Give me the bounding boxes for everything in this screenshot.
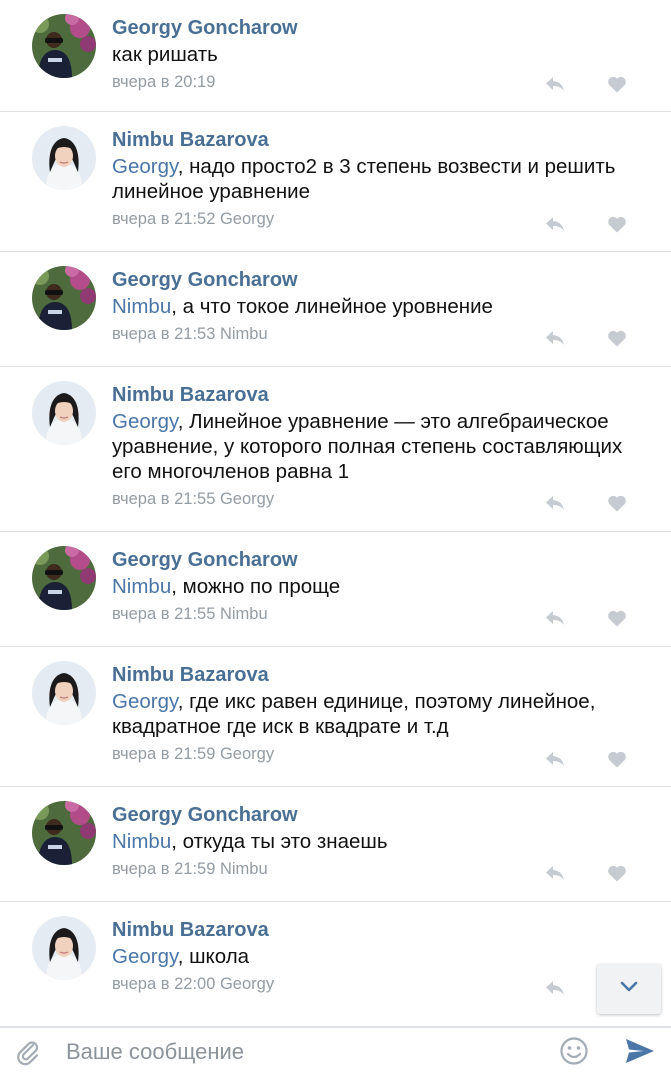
mention-link[interactable]: Georgy xyxy=(112,945,178,968)
mention-link[interactable]: Georgy xyxy=(112,410,178,433)
comment: Nimbu Bazarova Georgy, Линейное уравнени… xyxy=(0,367,671,532)
avatar[interactable] xyxy=(32,266,96,330)
heart-icon[interactable] xyxy=(605,606,629,630)
comment-author[interactable]: Georgy Goncharow xyxy=(112,14,651,42)
heart-icon[interactable] xyxy=(605,72,629,96)
mention-link[interactable]: Georgy xyxy=(112,155,178,178)
comment-text: Nimbu, откуда ты это знаешь xyxy=(112,830,388,853)
heart-icon[interactable] xyxy=(605,326,629,350)
message-composer xyxy=(0,1027,671,1075)
avatar[interactable] xyxy=(32,801,96,865)
mention-link[interactable]: Nimbu xyxy=(112,575,171,598)
mention-link[interactable]: Nimbu xyxy=(112,830,171,853)
reply-icon[interactable] xyxy=(543,212,567,236)
scroll-down-button[interactable] xyxy=(597,964,661,1014)
comment: Georgy Goncharow как ришать вчера в 20:1… xyxy=(0,0,671,112)
comment-text: Georgy, школа xyxy=(112,945,250,968)
avatar[interactable] xyxy=(32,381,96,445)
reply-icon[interactable] xyxy=(543,72,567,96)
avatar[interactable] xyxy=(32,546,96,610)
mention-link[interactable]: Georgy xyxy=(112,690,178,713)
comment-author[interactable]: Georgy Goncharow xyxy=(112,801,651,829)
comment-author[interactable]: Georgy Goncharow xyxy=(112,546,651,574)
message-input[interactable] xyxy=(66,1038,526,1066)
heart-icon[interactable] xyxy=(605,491,629,515)
comment: Nimbu Bazarova Georgy, где икс равен еди… xyxy=(0,647,671,787)
comment-text: Nimbu, можно по проще xyxy=(112,575,341,598)
comment-text: как ришать xyxy=(112,43,218,66)
reply-icon[interactable] xyxy=(543,491,567,515)
comment: Georgy Goncharow Nimbu, а что токое лине… xyxy=(0,252,671,367)
reply-icon[interactable] xyxy=(543,326,567,350)
mention-link[interactable]: Nimbu xyxy=(112,295,171,318)
reply-icon[interactable] xyxy=(543,976,567,1000)
comment-text: Georgy, где икс равен единице, поэтому л… xyxy=(112,690,596,738)
avatar[interactable] xyxy=(32,126,96,190)
reply-icon[interactable] xyxy=(543,747,567,771)
reply-icon[interactable] xyxy=(543,861,567,885)
comment-author[interactable]: Nimbu Bazarova xyxy=(112,661,651,689)
comment: Nimbu Bazarova Georgy, школа вчера в 22:… xyxy=(0,902,671,1027)
heart-icon[interactable] xyxy=(605,212,629,236)
heart-icon[interactable] xyxy=(605,747,629,771)
comment-author[interactable]: Nimbu Bazarova xyxy=(112,916,651,944)
comment: Nimbu Bazarova Georgy, надо просто2 в 3 … xyxy=(0,112,671,252)
avatar[interactable] xyxy=(32,916,96,980)
send-icon[interactable] xyxy=(624,1037,656,1070)
smiley-icon[interactable] xyxy=(558,1035,590,1072)
comment-author[interactable]: Nimbu Bazarova xyxy=(112,381,651,409)
comment: Georgy Goncharow Nimbu, можно по проще в… xyxy=(0,532,671,647)
heart-icon[interactable] xyxy=(605,861,629,885)
comment-text: Nimbu, а что токое линейное уровнение xyxy=(112,295,493,318)
comment-list: Georgy Goncharow как ришать вчера в 20:1… xyxy=(0,0,671,1027)
reply-icon[interactable] xyxy=(543,606,567,630)
comment-text: Georgy, Линейное уравнение — это алгебра… xyxy=(112,410,623,483)
comment-author[interactable]: Georgy Goncharow xyxy=(112,266,651,294)
avatar[interactable] xyxy=(32,14,96,78)
comment-text: Georgy, надо просто2 в 3 степень возвест… xyxy=(112,155,616,203)
comment: Georgy Goncharow Nimbu, откуда ты это зн… xyxy=(0,787,671,902)
chevron-down-icon xyxy=(620,980,638,998)
paperclip-icon[interactable] xyxy=(14,1038,42,1071)
comment-author[interactable]: Nimbu Bazarova xyxy=(112,126,651,154)
avatar[interactable] xyxy=(32,661,96,725)
